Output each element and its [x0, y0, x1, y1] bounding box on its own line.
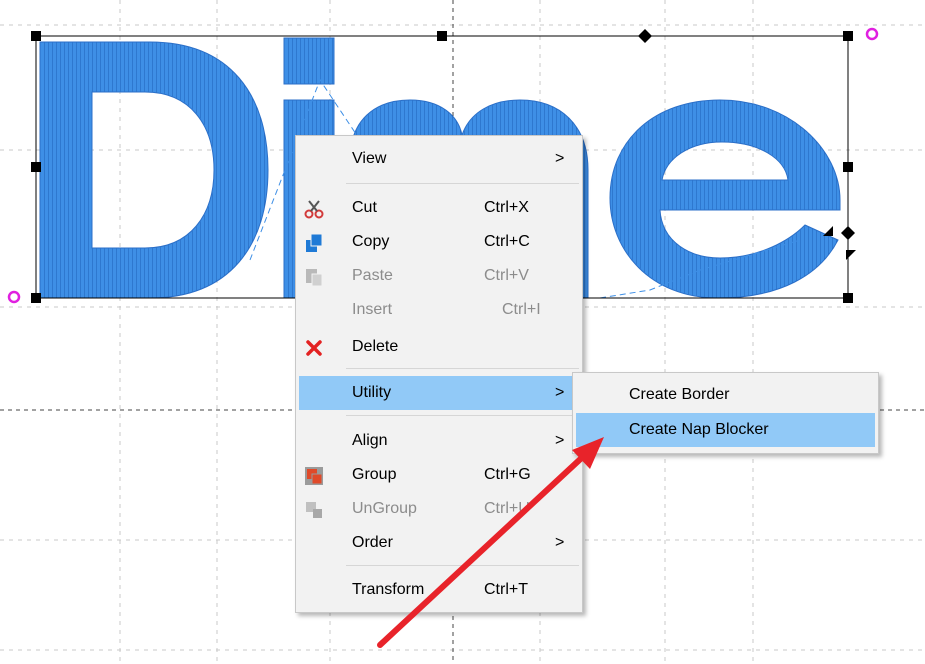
- menu-item-shortcut: Ctrl+I: [502, 301, 541, 318]
- chevron-right-icon: >: [555, 432, 565, 449]
- utility-submenu: Create Border Create Nap Blocker: [572, 372, 879, 454]
- menu-item-align[interactable]: Align >: [299, 424, 579, 458]
- menu-item-label: Create Border: [629, 386, 730, 403]
- separator: [346, 415, 579, 416]
- menu-item-label: Transform: [352, 581, 425, 598]
- ungroup-icon: [304, 499, 324, 519]
- chevron-right-icon: >: [555, 534, 565, 551]
- menu-item-label: Align: [352, 432, 388, 449]
- menu-item-shortcut: Ctrl+V: [484, 267, 529, 284]
- menu-item-ungroup[interactable]: UnGroup Ctrl+U: [299, 492, 579, 526]
- chevron-right-icon: >: [555, 384, 565, 401]
- menu-item-label: Order: [352, 534, 393, 551]
- menu-item-label: Copy: [352, 233, 390, 250]
- menu-item-create-border[interactable]: Create Border: [576, 378, 875, 412]
- menu-item-delete[interactable]: Delete: [299, 330, 579, 364]
- menu-item-cut[interactable]: Cut Ctrl+X: [299, 191, 579, 225]
- menu-item-view[interactable]: View >: [299, 142, 579, 176]
- menu-item-label: Delete: [352, 338, 399, 355]
- menu-item-copy[interactable]: Copy Ctrl+C: [299, 225, 579, 259]
- menu-item-insert[interactable]: Insert Ctrl+I: [299, 293, 579, 327]
- menu-item-label: View: [352, 150, 387, 167]
- menu-item-create-nap-blocker[interactable]: Create Nap Blocker: [576, 413, 875, 447]
- paste-icon: [304, 266, 324, 287]
- chevron-right-icon: >: [555, 150, 565, 167]
- copy-icon: [304, 232, 324, 252]
- menu-item-label: UnGroup: [352, 500, 417, 517]
- menu-item-group[interactable]: Group Ctrl+G: [299, 458, 579, 492]
- separator: [346, 368, 579, 369]
- menu-item-shortcut: Ctrl+G: [484, 466, 531, 483]
- context-menu: View > Cut Ctrl+X Copy Ctrl+C Paste Ctrl…: [295, 135, 583, 613]
- menu-item-label: Insert: [352, 301, 393, 318]
- menu-item-shortcut: Ctrl+U: [484, 500, 530, 517]
- menu-item-order[interactable]: Order >: [299, 526, 579, 560]
- scissors-icon: [304, 198, 324, 219]
- menu-item-label: Utility: [352, 384, 392, 401]
- group-icon: [304, 465, 324, 485]
- menu-item-paste[interactable]: Paste Ctrl+V: [299, 259, 579, 293]
- menu-item-utility[interactable]: Utility >: [299, 376, 579, 410]
- menu-item-label: Cut: [352, 199, 377, 216]
- menu-item-shortcut: Ctrl+X: [484, 199, 529, 216]
- menu-item-label: Paste: [352, 267, 393, 284]
- menu-item-shortcut: Ctrl+C: [484, 233, 530, 250]
- menu-item-label: Group: [352, 466, 397, 483]
- separator: [346, 565, 579, 566]
- delete-icon: [304, 337, 324, 357]
- menu-item-label: Create Nap Blocker: [629, 421, 769, 438]
- menu-item-shortcut: Ctrl+T: [484, 581, 528, 598]
- separator: [346, 183, 579, 184]
- menu-item-transform[interactable]: Transform Ctrl+T: [299, 573, 579, 607]
